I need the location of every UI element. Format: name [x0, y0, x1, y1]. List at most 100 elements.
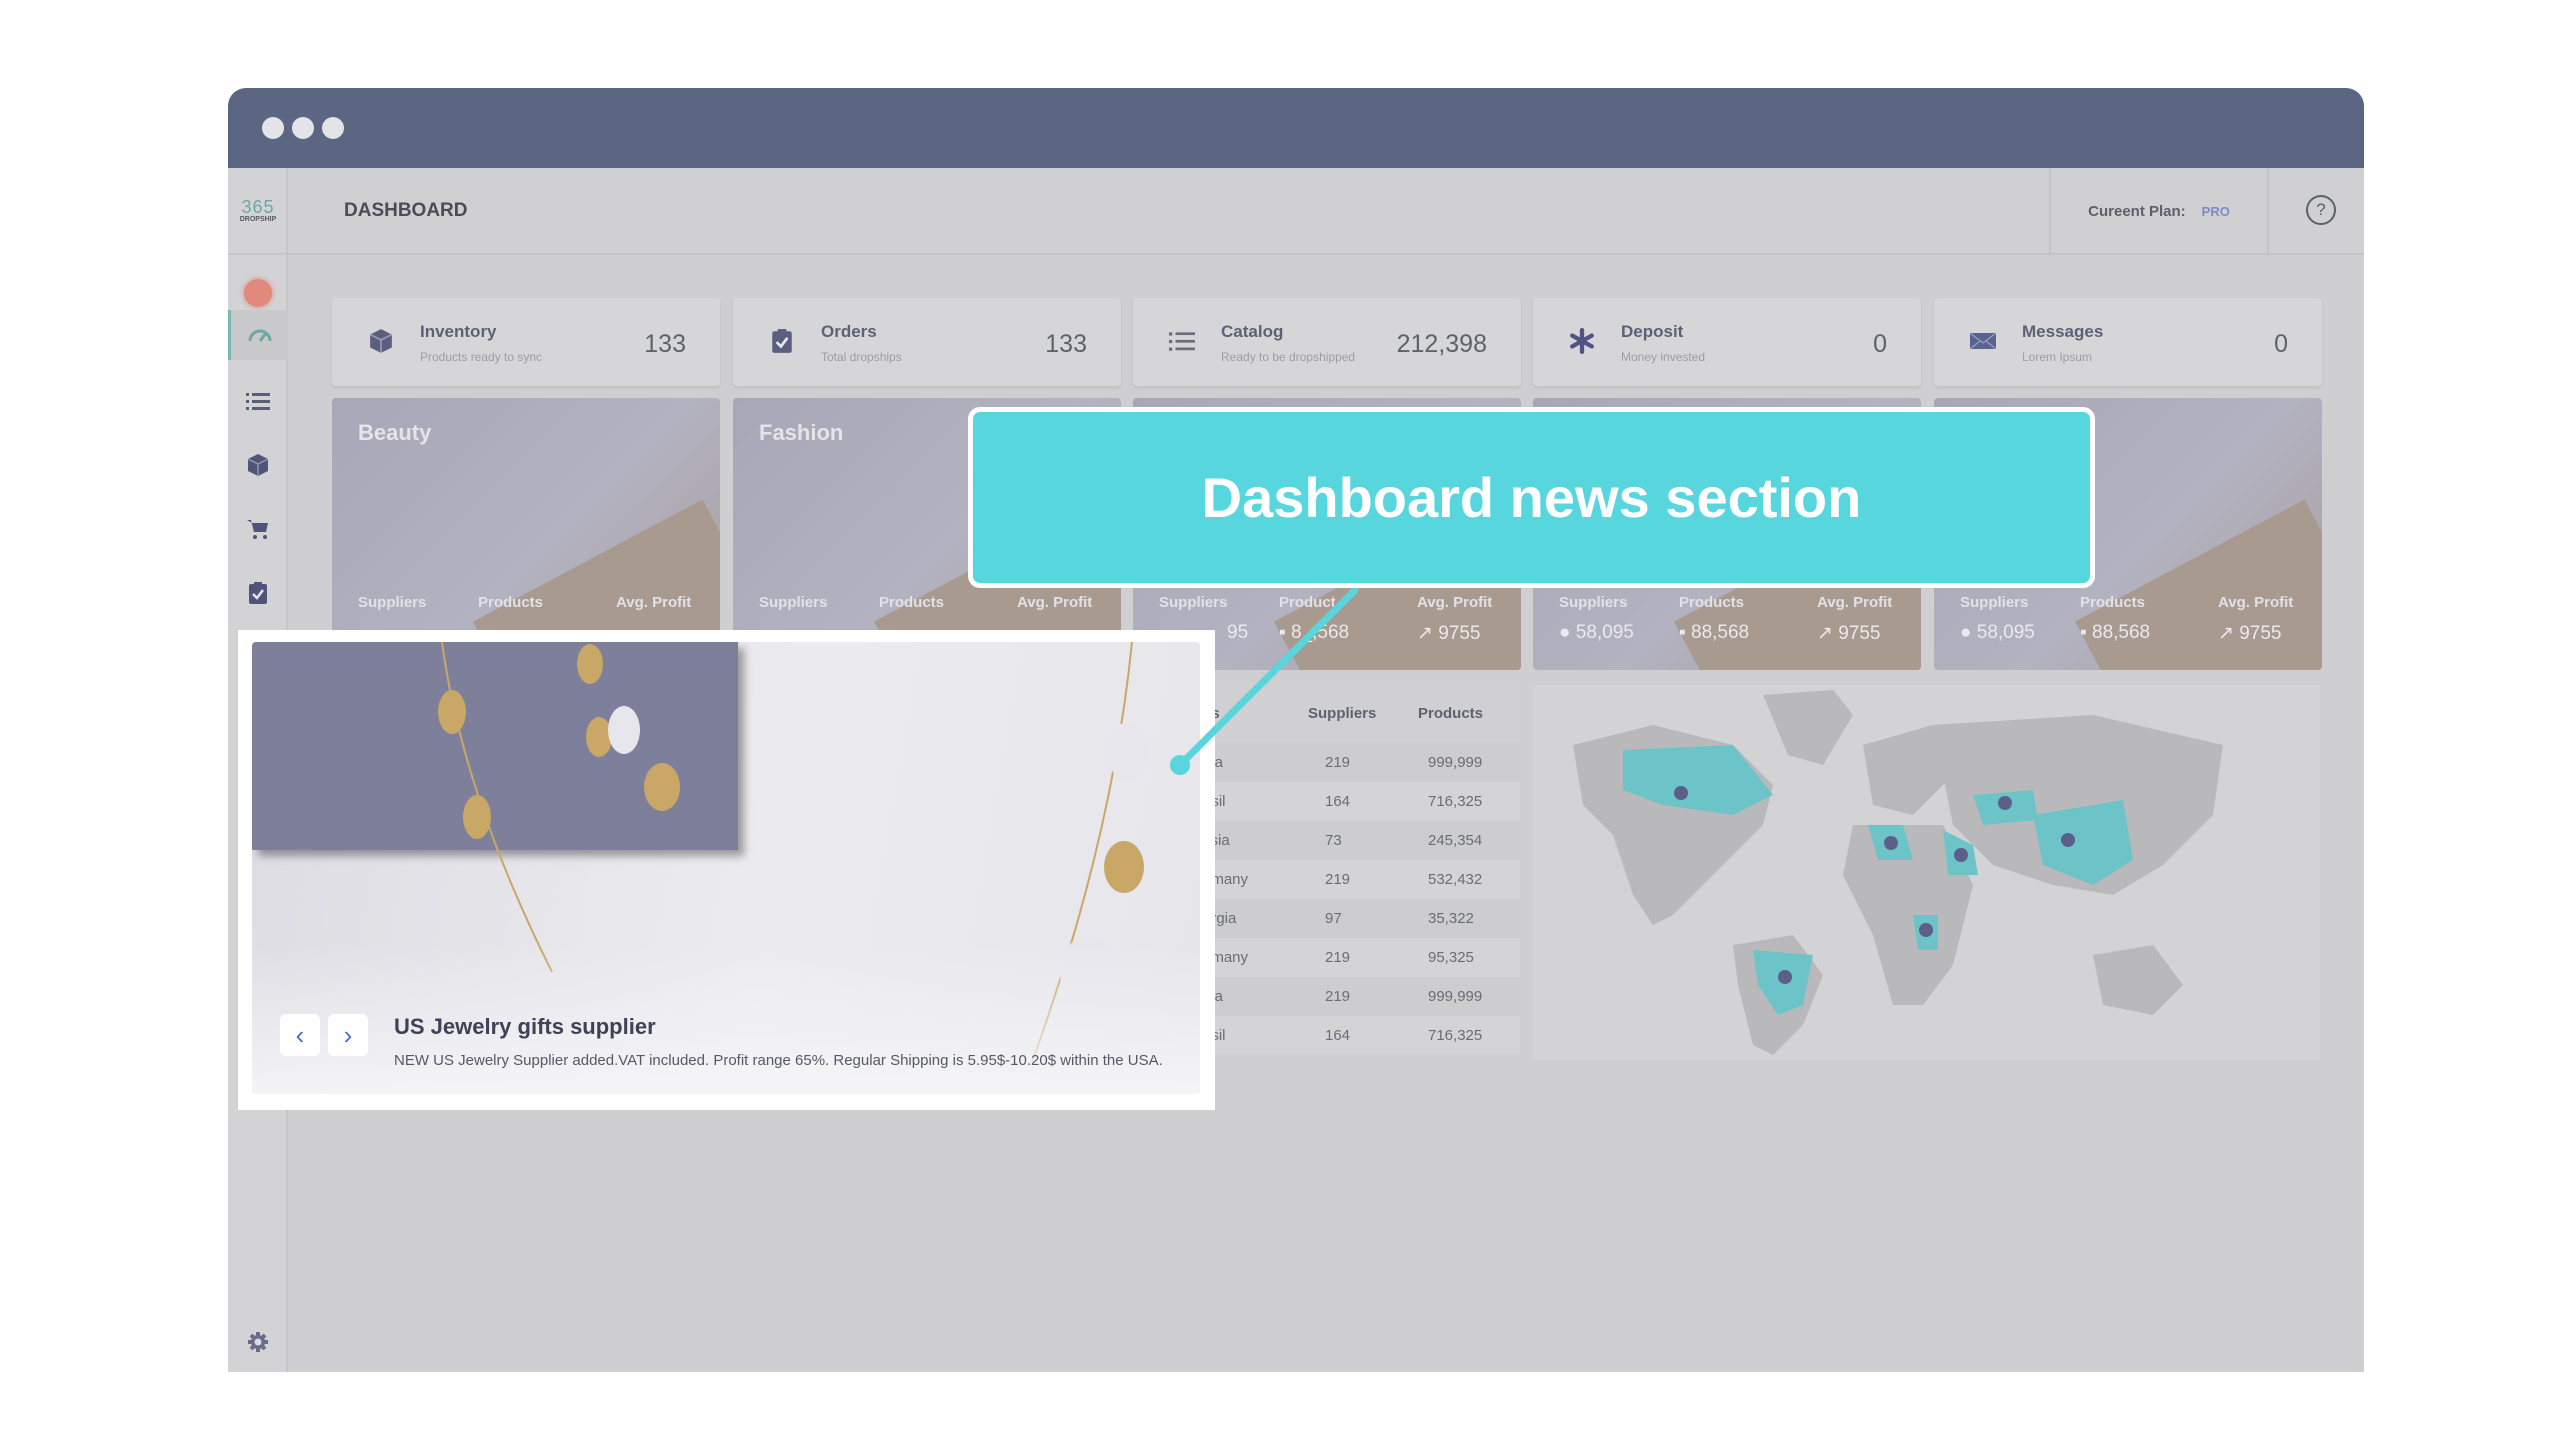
- box-icon: [369, 329, 393, 353]
- products-number: 8_,568: [1291, 622, 1350, 643]
- help-button[interactable]: ?: [2306, 195, 2336, 225]
- stat-card-inventory[interactable]: Inventory Products ready to sync 133: [332, 298, 720, 386]
- sidebar-item-dashboard[interactable]: [228, 310, 288, 360]
- stat-value: 133: [1045, 330, 1087, 358]
- chevron-right-icon: ›: [343, 1019, 353, 1050]
- stat-label: Deposit: [1621, 322, 1684, 341]
- sidebar-item-inventory[interactable]: [228, 440, 288, 490]
- help-icon: ?: [2316, 200, 2326, 219]
- avatar: [244, 279, 272, 307]
- stat-value: 0: [1873, 330, 1887, 358]
- suppliers-label: Suppliers: [358, 594, 427, 611]
- current-plan: Cureent Plan: PRO: [2049, 168, 2269, 255]
- plan-label: Cureent Plan:: [2088, 203, 2186, 220]
- profit-number: 9755: [2239, 623, 2282, 644]
- cell-suppliers: 219: [1325, 988, 1351, 1005]
- cell-products: 999,999: [1428, 754, 1483, 771]
- list-icon: [246, 393, 270, 410]
- profit-number: 9755: [1838, 623, 1881, 644]
- column-header-products: Products: [1418, 705, 1484, 722]
- window-close-button[interactable]: [262, 117, 284, 139]
- products-value: ▪ 88,568: [2080, 622, 2150, 644]
- page-title: DASHBOARD: [344, 200, 468, 221]
- envelope-icon: [1970, 332, 1996, 350]
- sidebar-item-orders[interactable]: [228, 568, 288, 618]
- annotation-callout: Dashboard news section: [968, 407, 2095, 588]
- map-marker: [1954, 848, 1968, 862]
- stat-subtitle: Money invested: [1621, 350, 1706, 364]
- stat-card-catalog[interactable]: Catalog Ready to be dropshipped 212,398: [1133, 298, 1521, 386]
- sidebar-item-cart[interactable]: [228, 504, 288, 554]
- products-number: 88,568: [1691, 622, 1750, 643]
- suppliers-number: 58,095: [1575, 622, 1634, 643]
- continents: [1573, 690, 2223, 1055]
- suppliers-label: Suppliers: [1960, 594, 2029, 611]
- cell-suppliers: 164: [1325, 793, 1351, 810]
- list-icon: [1169, 332, 1195, 351]
- avg-profit-value: ↗ 9755: [1417, 622, 1480, 645]
- greenland: [1763, 690, 1853, 765]
- stat-value: 212,398: [1396, 330, 1487, 358]
- sidebar-item-catalog[interactable]: [228, 376, 288, 426]
- profit-number: 9755: [1438, 623, 1481, 644]
- cell-suppliers: 164: [1325, 1027, 1351, 1044]
- shipping-box-image: [2074, 499, 2322, 670]
- avg-profit-value: ↗ 9755: [1817, 622, 1880, 645]
- suppliers-label: Suppliers: [759, 594, 828, 611]
- avg-profit-label: Avg. Profit: [1817, 594, 1893, 611]
- suppliers-value: ● 58,095: [1960, 622, 2035, 644]
- stat-card-deposit[interactable]: Deposit Money invested 0: [1533, 298, 1921, 386]
- suppliers-label: Suppliers: [1159, 594, 1228, 611]
- cell-products: 95,325: [1428, 949, 1474, 966]
- products-label: Products: [1679, 594, 1745, 611]
- cell-products: 532,432: [1428, 871, 1483, 888]
- settings-button[interactable]: [228, 1312, 288, 1372]
- trend-icon: ↗: [1817, 623, 1839, 644]
- stat-card-messages[interactable]: Messages Lorem Ipsum 0: [1934, 298, 2322, 386]
- clipboard-check-icon: [249, 582, 267, 604]
- cell-products: 999,999: [1428, 988, 1483, 1005]
- avg-profit-label: Avg. Profit: [2218, 594, 2294, 611]
- suppliers-number: 58,095: [1976, 622, 2035, 643]
- avg-profit-label: Avg. Profit: [1417, 594, 1493, 611]
- cell-suppliers: 219: [1325, 754, 1351, 771]
- clipboard-check-icon: [772, 329, 792, 353]
- suppliers-value: 95: [1227, 622, 1249, 643]
- cell-suppliers: 219: [1325, 871, 1351, 888]
- category-name: Fashion: [759, 420, 844, 445]
- stat-label: Messages: [2022, 322, 2104, 341]
- news-prev-button[interactable]: ‹: [280, 1014, 320, 1056]
- window-minimize-button[interactable]: [292, 117, 314, 139]
- news-next-button[interactable]: ›: [328, 1014, 368, 1056]
- stat-subtitle: Lorem Ipsum: [2022, 350, 2093, 364]
- cell-products: 35,322: [1428, 910, 1474, 927]
- plan-badge[interactable]: PRO: [2202, 204, 2230, 219]
- cell-products: 245,354: [1428, 832, 1483, 849]
- bag-icon: ▪: [2080, 622, 2093, 643]
- stat-label: Orders: [821, 322, 877, 341]
- products-number: 88,568: [2092, 622, 2151, 643]
- news-body: NEW US Jewelry Supplier added.VAT includ…: [394, 1052, 1163, 1069]
- callout-text: Dashboard news section: [1201, 466, 1862, 529]
- box-icon: [247, 454, 269, 476]
- cell-products: 716,325: [1428, 793, 1483, 810]
- trend-icon: ↗: [1417, 623, 1439, 644]
- world-map[interactable]: [1533, 685, 2320, 1060]
- stat-subtitle: Total dropships: [821, 350, 902, 364]
- products-value: ▪ 88,568: [1679, 622, 1749, 644]
- stat-label: Inventory: [420, 322, 497, 341]
- cart-icon: [247, 520, 268, 539]
- stat-card-orders[interactable]: Orders Total dropships 133: [733, 298, 1121, 386]
- chevron-left-icon: ‹: [295, 1019, 305, 1050]
- speedometer-icon: [248, 329, 271, 342]
- category-name: Beauty: [358, 420, 432, 445]
- products-label: Products: [478, 594, 544, 611]
- page-header: DASHBOARD Cureent Plan: PRO ?: [288, 168, 2364, 255]
- title-bar: [228, 88, 2364, 168]
- brand-logo[interactable]: 365 DROPSHIP: [228, 168, 288, 255]
- stat-subtitle: Products ready to sync: [420, 350, 543, 364]
- map-marker: [1919, 923, 1933, 937]
- suppliers-value: ● 58,095: [1559, 622, 1634, 644]
- map-marker: [1778, 970, 1792, 984]
- window-maximize-button[interactable]: [322, 117, 344, 139]
